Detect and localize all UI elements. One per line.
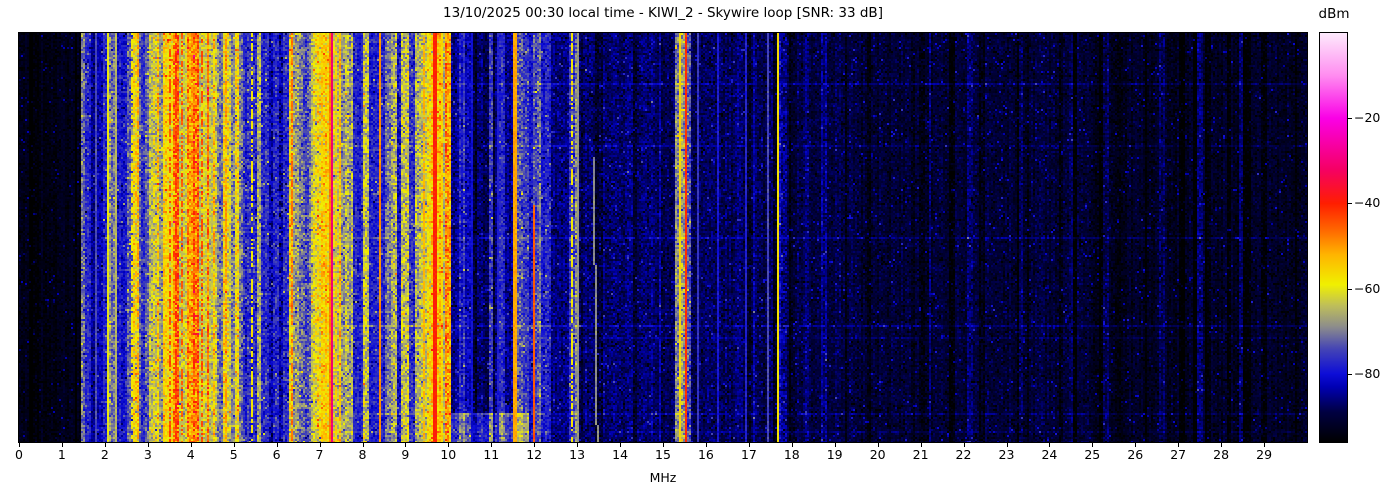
x-tick-label: 8 [358,447,367,462]
colorbar-tick-mark [1348,373,1352,375]
x-tick-label: 24 [1041,447,1058,462]
x-tick-label: 10 [440,447,457,462]
x-tick-label: 12 [526,447,543,462]
x-tick-label: 18 [783,447,800,462]
x-tick-label: 9 [401,447,410,462]
x-tick-label: 23 [998,447,1015,462]
plot-frame [18,32,1308,443]
x-tick-label: 15 [655,447,671,462]
colorbar-tick-label: −60 [1354,280,1381,296]
spectrogram-figure: 13/10/2025 00:30 local time - KIWI_2 - S… [0,0,1400,500]
x-tick-label: 3 [143,447,152,462]
x-tick-label: 1 [57,447,66,462]
x-tick-label: 27 [1170,447,1187,462]
x-tick-label: 7 [315,447,324,462]
waterfall-heatmap [19,33,1307,442]
x-tick-label: 20 [869,447,886,462]
x-tick-label: 17 [740,447,757,462]
colorbar-tick-mark [1348,203,1352,205]
x-tick-label: 26 [1127,447,1144,462]
x-tick-label: 13 [569,447,586,462]
x-tick-label: 4 [186,447,195,462]
x-tick-label: 16 [697,447,714,462]
x-tick-label: 19 [826,447,843,462]
colorbar-title: dBm [1318,6,1350,22]
colorbar-gradient [1320,33,1347,442]
x-tick-label: 22 [955,447,972,462]
colorbar-tick-mark [1348,288,1352,290]
x-tick-label: 11 [483,447,500,462]
x-tick-label: 21 [912,447,929,462]
colorbar [1319,32,1348,443]
x-tick-label: 6 [272,447,281,462]
x-tick-label: 14 [612,447,629,462]
x-axis-label: MHz [649,470,677,485]
colorbar-tick-mark [1348,118,1352,120]
x-tick-label: 25 [1084,447,1101,462]
colorbar-tick-label: −80 [1354,365,1381,381]
x-tick-label: 29 [1256,447,1273,462]
colorbar-tick-label: −40 [1354,195,1381,211]
x-tick-label: 2 [100,447,109,462]
x-tick-label: 5 [229,447,238,462]
x-tick-label: 0 [15,447,23,462]
colorbar-tick-label: −20 [1354,110,1381,126]
x-tick-label: 28 [1213,447,1230,462]
figure-title: 13/10/2025 00:30 local time - KIWI_2 - S… [443,5,883,21]
